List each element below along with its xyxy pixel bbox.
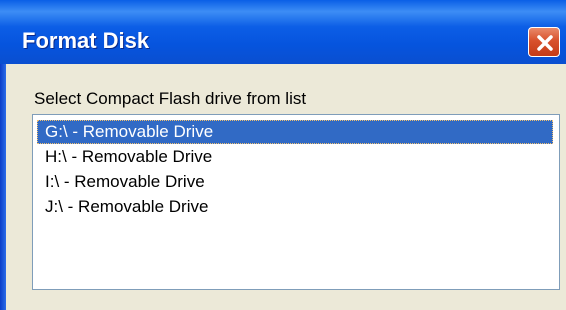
drive-list-item-j[interactable]: J:\ - Removable Drive <box>37 195 553 219</box>
close-icon <box>537 35 553 51</box>
drive-listbox[interactable]: G:\ - Removable Drive H:\ - Removable Dr… <box>32 114 560 290</box>
close-button[interactable] <box>528 27 560 57</box>
drive-list-label: Select Compact Flash drive from list <box>34 89 307 108</box>
window-title: Format Disk <box>22 28 150 53</box>
format-disk-window: Format Disk Select Compact Flash drive f… <box>0 0 566 310</box>
drive-list-item-g[interactable]: G:\ - Removable Drive <box>37 120 553 144</box>
title-bar[interactable]: Format Disk <box>0 0 566 64</box>
drive-list-item-i[interactable]: I:\ - Removable Drive <box>37 170 553 194</box>
drive-list-item-h[interactable]: H:\ - Removable Drive <box>37 145 553 169</box>
